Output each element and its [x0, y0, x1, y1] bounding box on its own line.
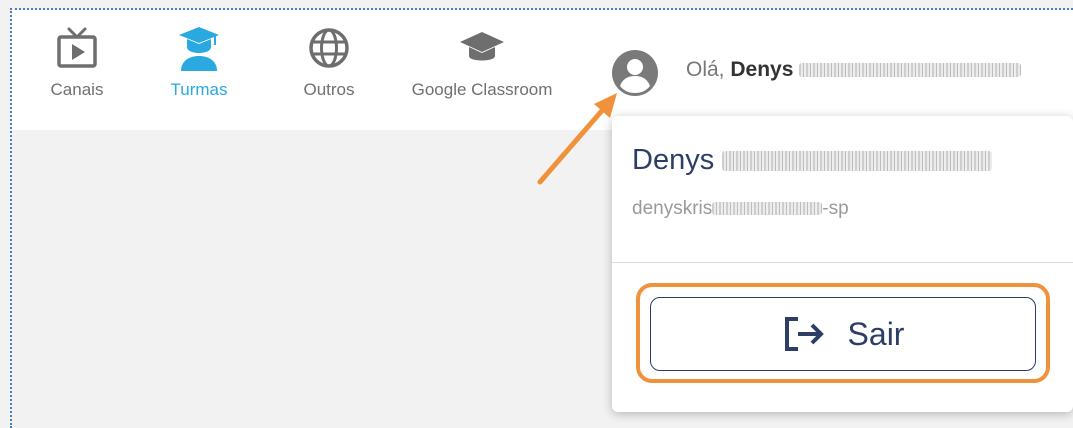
- logout-button[interactable]: Sair: [650, 297, 1036, 371]
- redacted-email: [712, 202, 823, 216]
- greeting-user-name: Denys: [730, 58, 794, 81]
- nav-label-outros: Outros: [303, 80, 355, 99]
- logout-label: Sair: [847, 315, 905, 352]
- menu-user-first-name: Denys: [632, 144, 715, 176]
- email-suffix: -sp: [822, 198, 849, 219]
- globe-icon: [308, 26, 350, 70]
- menu-user-email: denyskris -sp: [632, 198, 849, 220]
- user-greeting: Olá, Denys: [686, 58, 1022, 82]
- greeting-prefix: Olá,: [686, 58, 725, 81]
- menu-user-name: Denys: [632, 144, 993, 177]
- tv-play-icon: [56, 26, 98, 70]
- nav-item-turmas[interactable]: Turmas: [164, 10, 234, 130]
- annotation-arrow-icon: [537, 93, 617, 185]
- redacted-surname: [799, 63, 1022, 78]
- redacted-menu-surname: [722, 151, 993, 172]
- menu-divider: [612, 262, 1073, 263]
- nav-item-canais[interactable]: Canais: [42, 10, 112, 130]
- nav-label-turmas: Turmas: [170, 80, 228, 99]
- graduate-student-icon: [177, 26, 221, 71]
- nav-label-canais: Canais: [50, 80, 104, 99]
- logout-icon: [782, 315, 826, 353]
- nav-item-outros[interactable]: Outros: [294, 10, 364, 130]
- email-visible-part: denyskris: [632, 198, 713, 219]
- graduation-cap-icon: [458, 26, 506, 70]
- user-menu-dropdown: Denys denyskris -sp Sair: [612, 116, 1073, 412]
